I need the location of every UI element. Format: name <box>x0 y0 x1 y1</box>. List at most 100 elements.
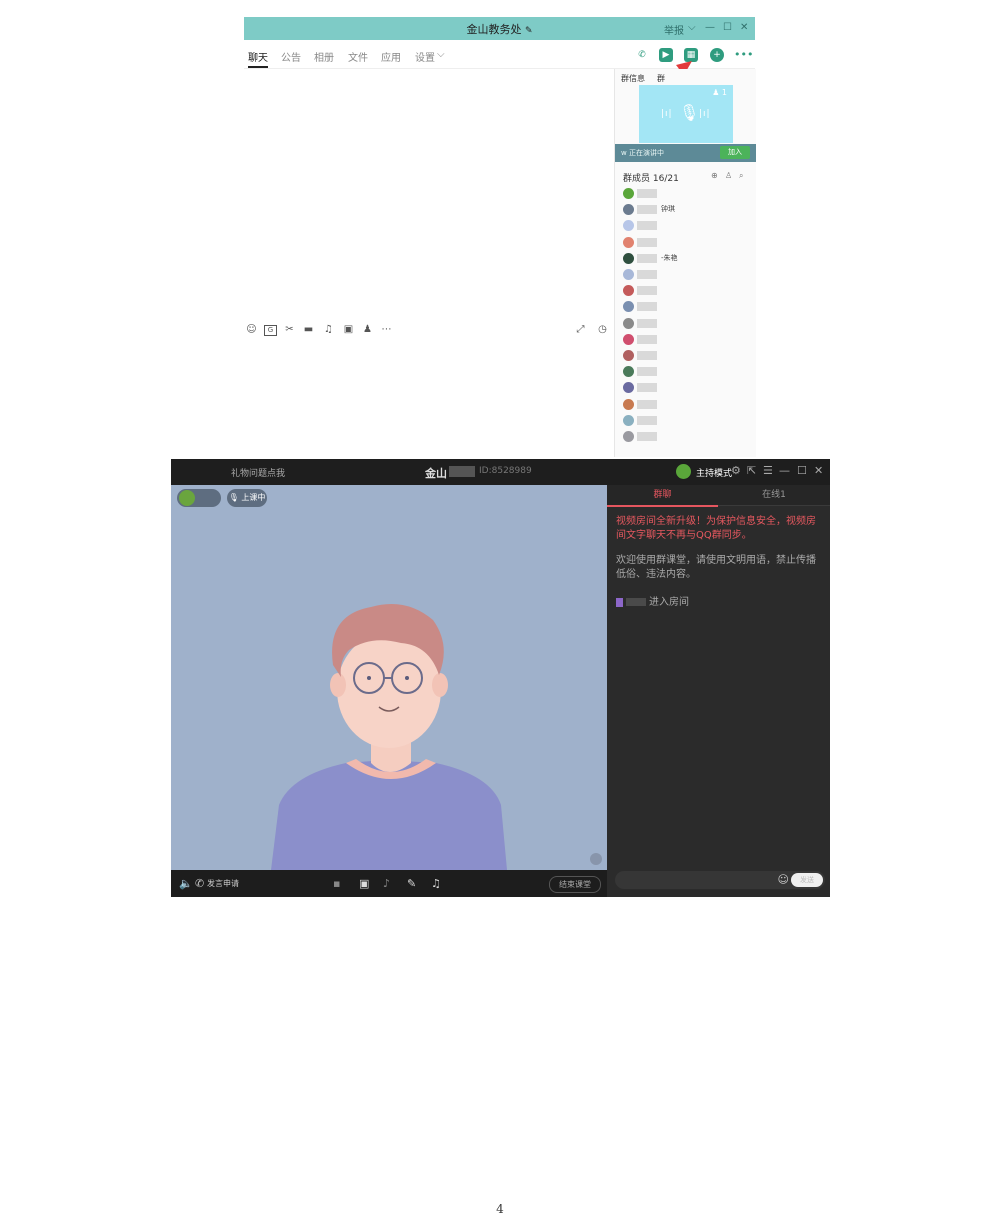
settings-icon[interactable]: ⚙ <box>731 464 741 477</box>
plus-icon[interactable]: + <box>710 48 724 62</box>
add-member-icon[interactable]: ⊕ <box>711 171 718 180</box>
microphone-icon[interactable]: ♪ <box>383 877 390 890</box>
speaker-icon[interactable]: 🔈 <box>179 877 193 890</box>
member-row[interactable] <box>623 301 748 313</box>
redacted-name <box>637 318 657 328</box>
redacted-name <box>637 367 657 377</box>
avatar <box>623 398 634 410</box>
pencil-icon[interactable]: ✎ <box>525 26 533 36</box>
redacted-name <box>637 270 657 279</box>
edit-icon[interactable]: ✎ <box>407 877 416 890</box>
qq-group-window: 金山教务处 ✎ 举报 ⌵ — ☐ ✕ 聊天 公告 相册 文件 应用 设置 ⌵ ✆… <box>244 17 756 457</box>
member-row[interactable] <box>623 220 748 232</box>
tab-group-chat[interactable]: 群聊 <box>607 485 718 507</box>
close-icon[interactable]: ✕ <box>740 22 748 33</box>
member-row[interactable] <box>623 431 748 443</box>
join-button[interactable]: 加入 <box>720 146 750 159</box>
redacted-name <box>637 399 657 409</box>
user-icon[interactable]: ♙ <box>725 171 732 180</box>
expand-icon[interactable]: ⤢ <box>574 323 587 336</box>
member-name-suffix: -朱艳 <box>661 253 678 262</box>
screen-share-icon[interactable]: ▣ <box>359 877 369 890</box>
gift-help-link[interactable]: 礼物问题点我 <box>231 466 285 479</box>
host-mode-label[interactable]: 主持模式 <box>696 466 732 479</box>
join-message: 进入房间 <box>616 593 689 608</box>
member-row[interactable] <box>623 366 748 378</box>
send-button[interactable]: 发送 <box>791 873 823 887</box>
end-class-button[interactable]: 结束课堂 <box>549 876 601 893</box>
avatar <box>623 333 634 345</box>
redacted-name <box>626 598 646 606</box>
image-icon[interactable]: ▣ <box>342 323 355 336</box>
chevron-down-icon[interactable]: ⌵ <box>437 49 445 60</box>
clock-icon[interactable]: ◷ <box>596 323 609 336</box>
avatar <box>623 220 634 232</box>
video-stage[interactable]: 🎙 上课中 <box>171 485 607 870</box>
member-row[interactable] <box>623 285 748 297</box>
member-row[interactable]: 钟琪 <box>623 204 748 216</box>
close-icon[interactable]: ✕ <box>814 464 823 477</box>
chat-input[interactable]: ☺ 发送 <box>615 871 825 889</box>
scissors-icon[interactable]: ✂ <box>283 323 296 336</box>
avatar <box>623 431 634 442</box>
minimize-icon[interactable]: — <box>705 22 715 33</box>
more-icon[interactable]: ••• <box>734 48 753 62</box>
avatar <box>623 236 634 248</box>
tab-group-other[interactable]: 群 <box>657 73 665 84</box>
tab-group-info[interactable]: 群信息 <box>621 73 645 84</box>
folder-icon[interactable]: ▬ <box>302 323 315 336</box>
search-icon[interactable]: ⌕ <box>739 171 743 181</box>
tab-files[interactable]: 文件 <box>348 49 368 64</box>
tab-online[interactable]: 在线1 <box>718 485 830 505</box>
sidebar-tabs: 群聊 在线1 <box>607 485 830 507</box>
classroom-toolbar: 🔈 ✆ 发言申请 ▪ ▣ ♪ ✎ ♫ 结束课堂 <box>171 870 607 897</box>
member-row[interactable] <box>623 333 748 346</box>
tab-notice[interactable]: 公告 <box>281 49 301 64</box>
minimize-icon[interactable]: — <box>779 464 790 477</box>
title-bar: 金山教务处 ✎ 举报 ⌵ — ☐ ✕ <box>244 17 755 40</box>
avatar <box>623 204 634 216</box>
music-icon[interactable]: ♫ <box>322 323 335 336</box>
member-row[interactable] <box>623 317 748 330</box>
maximize-icon[interactable]: ☐ <box>723 22 732 33</box>
upgrade-notice: 视频房间全新升级！为保护信息安全，视频房间文字聊天不再与QQ群同步。 <box>616 516 816 541</box>
presenter-illustration <box>271 603 602 870</box>
member-row[interactable] <box>623 382 748 394</box>
apply-speak-button[interactable]: 发言申请 <box>207 878 239 889</box>
member-row[interactable] <box>623 236 748 249</box>
avatar <box>623 285 634 297</box>
avatar <box>623 414 634 426</box>
emoji-icon[interactable]: ☺ <box>245 323 258 336</box>
tab-settings[interactable]: 设置 <box>415 49 435 64</box>
redacted-name <box>637 221 657 231</box>
tab-album[interactable]: 相册 <box>314 49 334 64</box>
member-row[interactable] <box>623 188 748 200</box>
camera-icon[interactable]: ▪ <box>333 877 340 890</box>
member-row[interactable] <box>623 414 748 427</box>
chevron-down-icon[interactable]: ⌵ <box>688 22 696 33</box>
more-icon[interactable]: ⋯ <box>380 323 393 336</box>
maximize-icon[interactable]: ☐ <box>797 464 807 477</box>
rules-message: 欢迎使用群课堂，请使用文明用语，禁止传播低俗、违法内容。 <box>616 555 816 580</box>
member-row[interactable] <box>623 269 748 281</box>
live-preview[interactable]: ♟ 1 |ı| 🎙 |ı| <box>639 85 733 143</box>
menu-icon[interactable]: ☰ <box>763 464 773 477</box>
page-number: 4 <box>496 1202 504 1216</box>
phone-icon: ✆ <box>195 877 205 890</box>
report-link[interactable]: 举报 <box>664 22 684 37</box>
gif-icon[interactable]: G <box>264 325 277 336</box>
member-row[interactable] <box>623 398 748 411</box>
tab-apps[interactable]: 应用 <box>381 49 401 64</box>
chat-sidebar: 群聊 在线1 视频房间全新升级！为保护信息安全，视频房间文字聊天不再与QQ群同步… <box>607 485 830 897</box>
redacted-name <box>637 383 657 393</box>
member-row[interactable]: -朱艳 <box>623 252 748 265</box>
tab-chat[interactable]: 聊天 <box>248 49 268 64</box>
music-icon[interactable]: ♫ <box>431 877 441 890</box>
redacted-name <box>637 237 657 247</box>
bell-icon[interactable]: ♟ <box>361 323 374 336</box>
member-row[interactable] <box>623 350 748 362</box>
share-icon[interactable]: ⇱ <box>747 464 756 477</box>
video-classroom-window: 礼物问题点我 金山 ID:8528989 主持模式 ⚙ ⇱ ☰ — ☐ ✕ 🎙 … <box>171 459 830 897</box>
emoji-icon[interactable]: ☺ <box>778 873 789 886</box>
avatar <box>623 252 634 264</box>
